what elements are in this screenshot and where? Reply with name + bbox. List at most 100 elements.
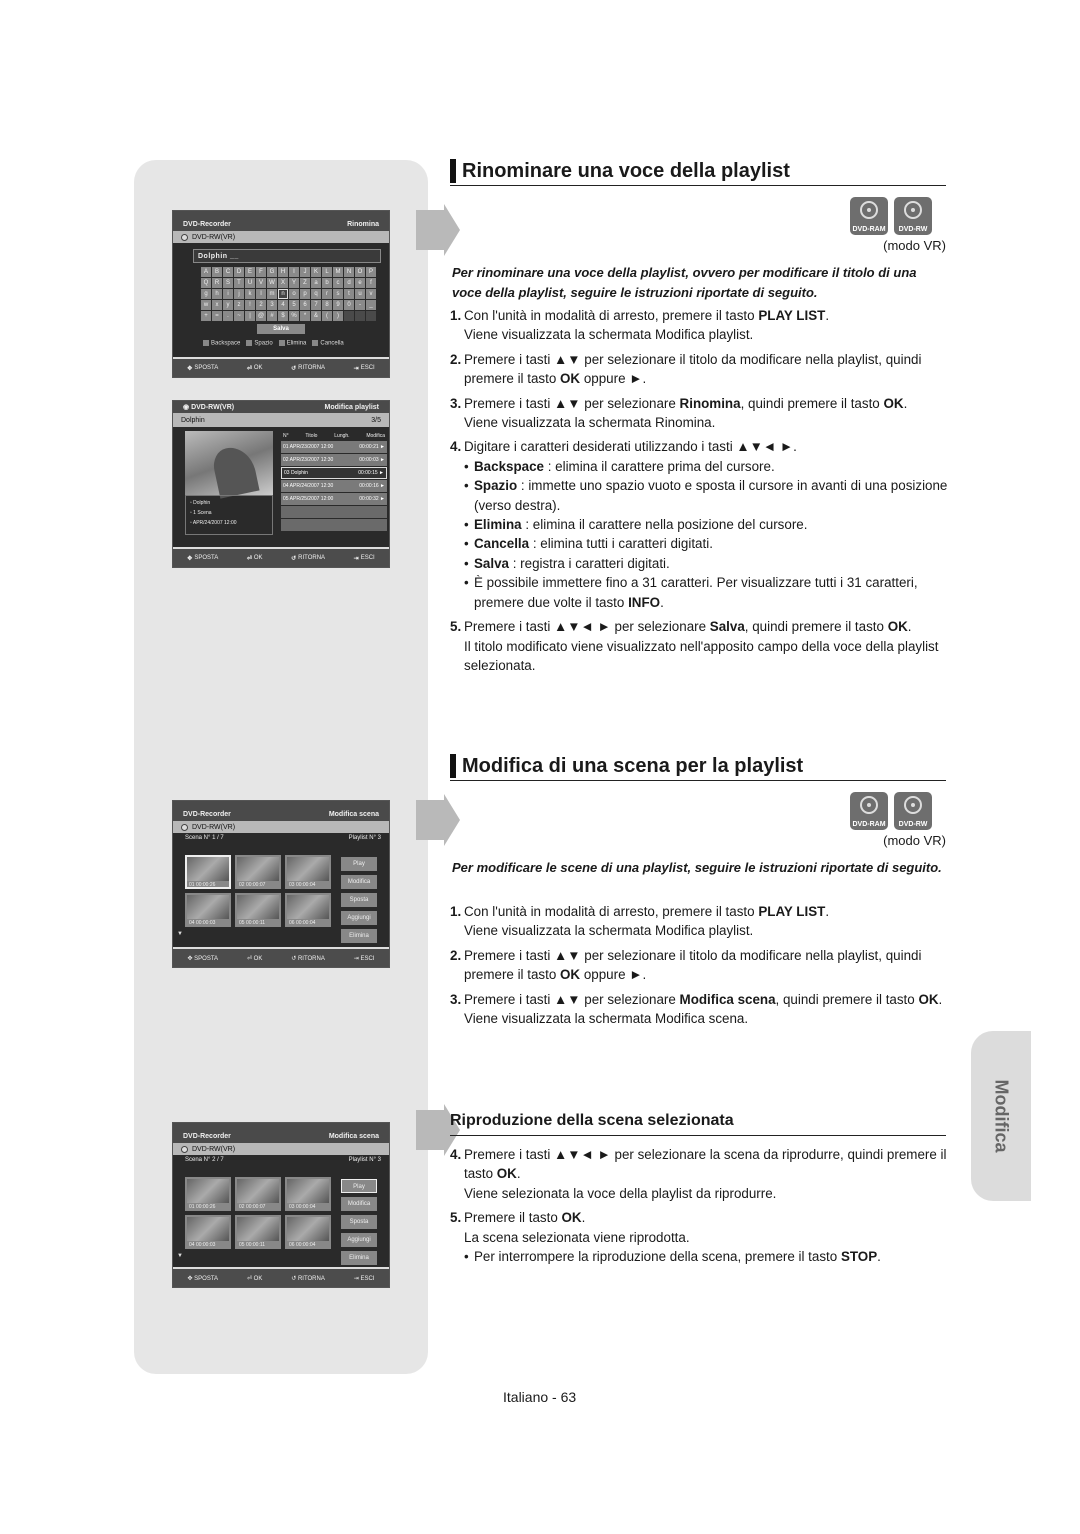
keyboard-key[interactable]: N (344, 267, 354, 277)
elimina-button[interactable]: Elimina (341, 929, 377, 943)
keyboard-key[interactable]: F (256, 267, 266, 277)
scene-thumbnail[interactable]: 01 00:00:26 (185, 855, 231, 889)
scene-thumbnail[interactable]: 03 00:00:04 (285, 855, 331, 889)
aggiungi-button[interactable]: Aggiungi (341, 911, 377, 925)
keyboard-key[interactable]: & (311, 311, 321, 321)
keyboard-key[interactable]: t (344, 289, 354, 299)
keyboard-key[interactable]: = (212, 311, 222, 321)
keyboard-key[interactable]: 7 (311, 300, 321, 310)
scroll-down-icon[interactable]: ▼ (177, 931, 183, 937)
keyboard-key[interactable]: I (289, 267, 299, 277)
aggiungi-button[interactable]: Aggiungi (341, 1233, 377, 1247)
playlist-row[interactable]: 05 APR/25/2007 12:00 00:00:32 ► (281, 493, 387, 505)
scroll-down-icon[interactable]: ▼ (177, 1253, 183, 1259)
keyboard-key[interactable]: m (267, 289, 277, 299)
keyboard-key[interactable]: y (223, 300, 233, 310)
keyboard-key[interactable]: P (366, 267, 376, 277)
keyboard-key[interactable]: k (245, 289, 255, 299)
scene-thumbnail[interactable]: 06 00:00:04 (285, 1215, 331, 1249)
keyboard-key[interactable]: % (289, 311, 299, 321)
elimina-button[interactable]: Elimina (341, 1251, 377, 1265)
keyboard-key[interactable]: # (267, 311, 277, 321)
keyboard-key[interactable]: @ (256, 311, 266, 321)
keyboard-key[interactable]: W (267, 278, 277, 288)
keyboard-key[interactable]: n (278, 289, 288, 299)
keyboard-key[interactable]: ( (322, 311, 332, 321)
keyboard-key[interactable]: | (245, 311, 255, 321)
scene-thumbnail[interactable]: 06 00:00:04 (285, 893, 331, 927)
keyboard-key[interactable]: 4 (278, 300, 288, 310)
keyboard-key[interactable]: + (201, 311, 211, 321)
keyboard-key[interactable]: K (311, 267, 321, 277)
keyboard-key[interactable]: Y (289, 278, 299, 288)
keyboard-key[interactable]: 2 (256, 300, 266, 310)
keyboard-key[interactable]: A (201, 267, 211, 277)
keyboard-key[interactable]: Q (201, 278, 211, 288)
keyboard-key[interactable]: L (322, 267, 332, 277)
keyboard-key[interactable]: ! (245, 300, 255, 310)
scene-thumbnail[interactable]: 04 00:00:03 (185, 893, 231, 927)
keyboard-key[interactable]: B (212, 267, 222, 277)
playlist-row[interactable]: 02 APR/23/2007 12:30 00:00:03 ► (281, 454, 387, 466)
keyboard-key[interactable]: V (256, 278, 266, 288)
keyboard-key[interactable]: E (245, 267, 255, 277)
keyboard-key[interactable]: $ (278, 311, 288, 321)
keyboard-key[interactable]: C (223, 267, 233, 277)
keyboard-key[interactable]: - (355, 300, 365, 310)
keyboard-key[interactable]: e (355, 278, 365, 288)
keyboard-key[interactable]: M (333, 267, 343, 277)
scene-thumbnail[interactable]: 05 00:00:11 (235, 893, 281, 927)
keyboard-key[interactable] (344, 311, 354, 321)
keyboard-key[interactable]: O (355, 267, 365, 277)
keyboard-key[interactable]: _ (366, 300, 376, 310)
play-button[interactable]: Play (341, 1179, 377, 1193)
keyboard-key[interactable]: G (267, 267, 277, 277)
keyboard-key[interactable]: b (322, 278, 332, 288)
keyboard-key[interactable]: c (333, 278, 343, 288)
keyboard-key[interactable]: 6 (300, 300, 310, 310)
keyboard-key[interactable]: g (201, 289, 211, 299)
keyboard-key[interactable]: S (223, 278, 233, 288)
keyboard-key[interactable]: T (234, 278, 244, 288)
keyboard-key[interactable]: l (256, 289, 266, 299)
keyboard-key[interactable]: q (311, 289, 321, 299)
scene-thumbnail[interactable]: 03 00:00:04 (285, 1177, 331, 1211)
side-tab-modifica[interactable]: Modifica (971, 1031, 1031, 1201)
keyboard-key[interactable]: J (300, 267, 310, 277)
keyboard-key[interactable]: o (289, 289, 299, 299)
keyboard-key[interactable]: X (278, 278, 288, 288)
keyboard-key[interactable]: D (234, 267, 244, 277)
keyboard-key[interactable] (366, 311, 376, 321)
scene-thumbnail[interactable]: 05 00:00:11 (235, 1215, 281, 1249)
keyboard-key[interactable]: 5 (289, 300, 299, 310)
keyboard-key[interactable]: v (366, 289, 376, 299)
keyboard-key[interactable]: ~ (234, 311, 244, 321)
modifica-button[interactable]: Modifica (341, 875, 377, 889)
scene-thumbnail[interactable]: 02 00:00:07 (235, 1177, 281, 1211)
sposta-button[interactable]: Sposta (341, 1215, 377, 1229)
keyboard-key[interactable]: p (300, 289, 310, 299)
keyboard-key[interactable]: 9 (333, 300, 343, 310)
keyboard-key[interactable]: w (201, 300, 211, 310)
scene-thumbnail[interactable]: 04 00:00:03 (185, 1215, 231, 1249)
scene-thumbnail[interactable]: 02 00:00:07 (235, 855, 281, 889)
salva-button[interactable]: Salva (257, 324, 305, 334)
name-input[interactable]: Dolphin __ (193, 249, 381, 263)
playlist-row[interactable]: 01 APR/23/2007 12:00 00:00:21 ► (281, 441, 387, 453)
keyboard-key[interactable]: f (366, 278, 376, 288)
keyboard-key[interactable]: R (212, 278, 222, 288)
keyboard-key[interactable] (355, 311, 365, 321)
scene-thumbnail[interactable]: 01 00:00:26 (185, 1177, 231, 1211)
keyboard-key[interactable]: . (223, 311, 233, 321)
keyboard-key[interactable]: r (322, 289, 332, 299)
keyboard-key[interactable]: H (278, 267, 288, 277)
keyboard-key[interactable]: Z (300, 278, 310, 288)
keyboard-key[interactable]: x (212, 300, 222, 310)
keyboard-key[interactable]: 3 (267, 300, 277, 310)
playlist-row[interactable]: 04 APR/24/2007 12:30 00:00:16 ► (281, 480, 387, 492)
keyboard-key[interactable]: d (344, 278, 354, 288)
keyboard-key[interactable]: u (355, 289, 365, 299)
sposta-button[interactable]: Sposta (341, 893, 377, 907)
play-button[interactable]: Play (341, 857, 377, 871)
playlist-row[interactable]: 03 Dolphin 00:00:15 ► (281, 467, 387, 479)
